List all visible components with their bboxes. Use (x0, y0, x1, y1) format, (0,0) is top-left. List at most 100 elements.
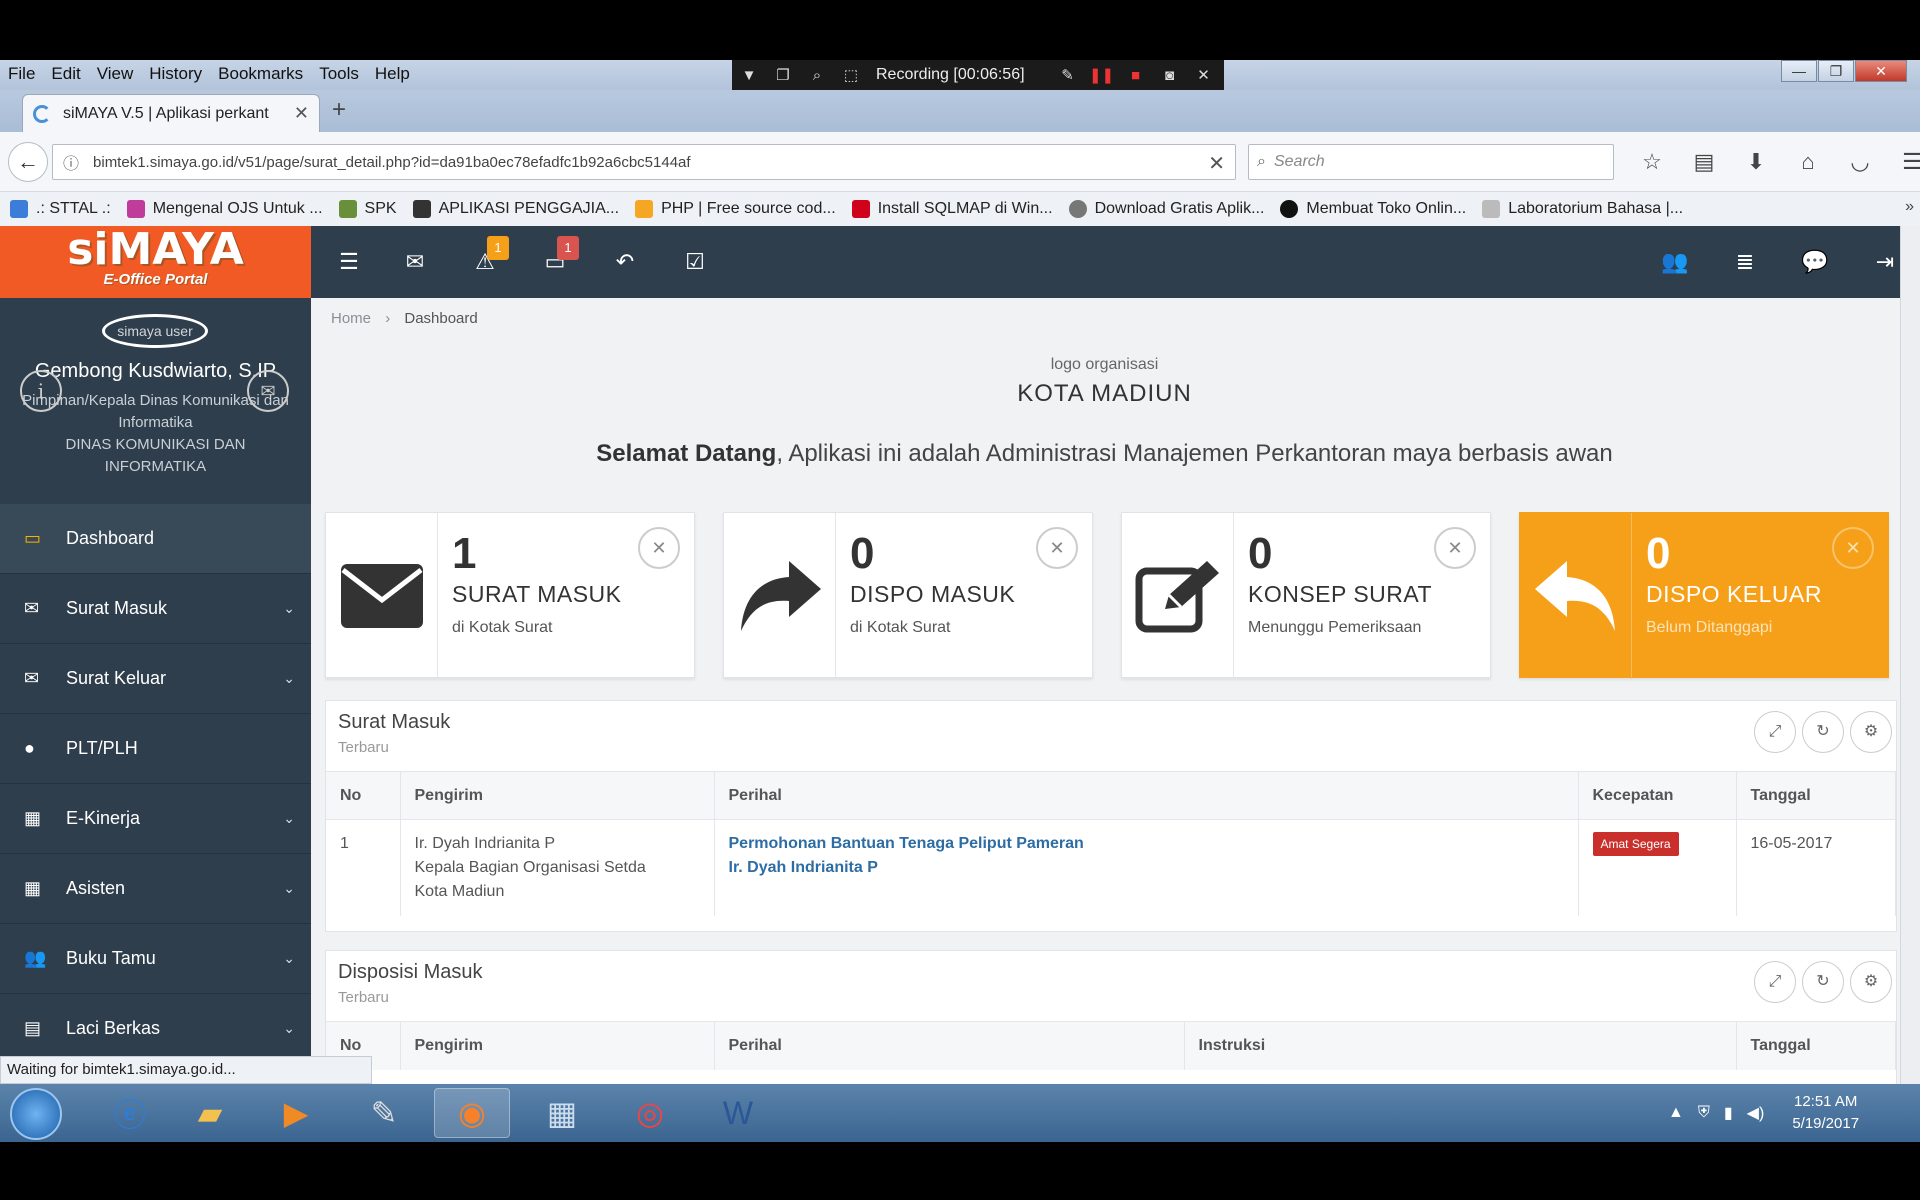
close-window-button[interactable]: ✕ (1855, 60, 1907, 82)
menu-file[interactable]: File (0, 60, 43, 84)
network-icon[interactable]: ▮ (1724, 1103, 1733, 1123)
stat-card-dispo-masuk[interactable]: 0 DISPO MASUK di Kotak Surat ✕ (723, 512, 1093, 679)
subject-by-link[interactable]: Ir. Dyah Indrianita P (729, 859, 878, 876)
bookmark-item[interactable]: Laboratorium Bahasa |... (1482, 200, 1683, 218)
zoom-icon[interactable]: ⌕ (800, 67, 834, 84)
sidebar-item-asisten[interactable]: ▦ Asisten ⌄ (0, 854, 311, 924)
menu-help[interactable]: Help (367, 60, 418, 84)
reply-icon[interactable]: ↶ (607, 246, 643, 278)
menu-history[interactable]: History (141, 60, 210, 84)
bookmark-item[interactable]: PHP | Free source cod... (635, 200, 836, 218)
expand-icon[interactable]: ⤢ (1754, 961, 1796, 1003)
menu-toggle-icon[interactable]: ☰ (331, 246, 367, 278)
bookmark-item[interactable]: Membuat Toko Onlin... (1280, 200, 1466, 218)
site-info-icon[interactable]: ⓘ (63, 150, 79, 174)
control-panel-icon[interactable]: ▦ (524, 1088, 600, 1138)
expand-icon[interactable]: ⤢ (1754, 711, 1796, 753)
avatar[interactable]: simaya user (102, 314, 208, 348)
download-icon[interactable]: ⬇ (1730, 146, 1782, 178)
window-icon[interactable]: ❐ (766, 66, 800, 84)
back-button[interactable]: ← (8, 142, 48, 182)
pause-icon[interactable]: ❚❚ (1085, 66, 1119, 84)
speed-badge: Amat Segera (1592, 832, 1679, 856)
clock[interactable]: 12:51 AM 5/19/2017 (1792, 1091, 1859, 1135)
stat-card-surat-masuk[interactable]: 1 SURAT MASUK di Kotak Surat ✕ (325, 512, 695, 679)
card-close-icon[interactable]: ✕ (1832, 527, 1874, 569)
stop-icon[interactable]: ■ (1119, 67, 1153, 84)
menu-edit[interactable]: Edit (43, 60, 88, 84)
bookmark-item[interactable]: Download Gratis Aplik... (1068, 200, 1264, 218)
region-icon[interactable]: ⬚ (834, 66, 868, 84)
chrome-icon[interactable]: ◎ (612, 1088, 688, 1138)
settings-icon[interactable]: ⚙ (1850, 711, 1892, 753)
menu-bookmarks[interactable]: Bookmarks (210, 60, 311, 84)
refresh-icon[interactable]: ↻ (1802, 711, 1844, 753)
home-icon[interactable]: ⌂ (1782, 146, 1834, 178)
card-close-icon[interactable]: ✕ (1434, 527, 1476, 569)
bookmark-star-icon[interactable]: ☆ (1626, 146, 1678, 178)
stat-card-konsep-surat[interactable]: 0 KONSEP SURAT Menunggu Pemeriksaan ✕ (1121, 512, 1491, 679)
sidebar-item-buku-tamu[interactable]: 👥 Buku Tamu ⌄ (0, 924, 311, 994)
card-close-icon[interactable]: ✕ (638, 527, 680, 569)
bookmark-favicon-icon (412, 200, 431, 218)
close-icon[interactable]: ✕ (1187, 66, 1221, 84)
maximize-button[interactable]: ❐ (1818, 60, 1854, 82)
bookmarks-overflow-icon[interactable]: » (1905, 198, 1914, 216)
settings-icon[interactable]: ⚙ (1850, 961, 1892, 1003)
word-icon[interactable]: W (700, 1088, 776, 1138)
bookmark-item[interactable]: Install SQLMAP di Win... (851, 200, 1053, 218)
checkbox-icon[interactable]: ☑ (677, 246, 713, 278)
page-scrollbar[interactable] (1900, 226, 1920, 1084)
dropdown-icon[interactable]: ▼ (732, 67, 766, 84)
reading-list-icon[interactable]: ▤ (1678, 146, 1730, 178)
volume-icon[interactable]: ◀) (1747, 1103, 1765, 1123)
pen-icon[interactable]: ✎ (1051, 66, 1085, 84)
server-icon[interactable]: ≣ (1727, 246, 1763, 278)
media-player-icon[interactable]: ▶ (258, 1088, 334, 1138)
sidebar-item-surat-keluar[interactable]: ✉ Surat Keluar ⌄ (0, 644, 311, 714)
users-icon[interactable]: 👥 (1657, 246, 1693, 278)
browser-tab[interactable]: siMAYA V.5 | Aplikasi perkant ✕ (22, 94, 320, 132)
bookmark-item[interactable]: APLIKASI PENGGAJIA... (412, 200, 619, 218)
search-input[interactable]: ⌕ Search (1248, 144, 1614, 180)
tools-icon[interactable]: ✎ (346, 1088, 422, 1138)
tab-close-icon[interactable]: ✕ (294, 103, 309, 124)
tray-expand-icon[interactable]: ▲ (1668, 1104, 1684, 1122)
app-logo[interactable]: siMAYA E-Office Portal (0, 226, 311, 298)
sidebar-item-dashboard[interactable]: ▭ Dashboard (0, 504, 311, 574)
sidebar-item-e-kinerja[interactable]: ▦ E-Kinerja ⌄ (0, 784, 311, 854)
logout-icon[interactable]: ⇥ (1867, 246, 1903, 278)
bookmark-item[interactable]: .: STTAL .: (10, 200, 111, 218)
info-icon[interactable]: i (20, 370, 62, 412)
ie-icon[interactable]: ⓔ (92, 1088, 168, 1138)
breadcrumb-home[interactable]: Home (331, 310, 371, 327)
stop-loading-icon[interactable]: ✕ (1208, 151, 1225, 176)
refresh-icon[interactable]: ↻ (1802, 961, 1844, 1003)
profile-mail-icon[interactable]: ✉ (247, 370, 289, 412)
table-row[interactable]: 1 Ir. Dyah Indrianita P Kepala Bagian Or… (326, 819, 1896, 916)
url-bar[interactable]: ⓘ bimtek1.simaya.go.id/v51/page/surat_de… (52, 144, 1236, 180)
explorer-icon[interactable]: ▰ (172, 1088, 248, 1138)
start-button[interactable] (10, 1088, 62, 1140)
bookmark-item[interactable]: SPK (338, 200, 397, 218)
inbox-icon[interactable]: ▭ 1 (537, 236, 579, 278)
card-close-icon[interactable]: ✕ (1036, 527, 1078, 569)
sidebar-item-surat-masuk[interactable]: ✉ Surat Masuk ⌄ (0, 574, 311, 644)
pocket-icon[interactable]: ◡ (1834, 146, 1886, 178)
chat-icon[interactable]: 💬 (1797, 246, 1833, 278)
new-tab-button[interactable]: + (332, 96, 346, 124)
firefox-icon[interactable]: ◉ (434, 1088, 510, 1138)
warning-icon[interactable]: ⚠ 1 (467, 236, 509, 278)
minimize-button[interactable]: — (1781, 60, 1817, 82)
sidebar-item-plt-plh[interactable]: ● PLT/PLH (0, 714, 311, 784)
menu-tools[interactable]: Tools (311, 60, 367, 84)
stat-card-dispo-keluar[interactable]: 0 DISPO KELUAR Belum Ditanggapi ✕ (1519, 512, 1889, 679)
mail-icon[interactable]: ✉ (397, 246, 433, 278)
hamburger-menu-icon[interactable]: ☰ (1886, 146, 1920, 178)
security-icon[interactable]: ⛨ (1698, 1104, 1710, 1122)
sidebar-item-laci-berkas[interactable]: ▤ Laci Berkas ⌄ (0, 994, 311, 1064)
camera-icon[interactable]: ◙ (1153, 67, 1187, 84)
subject-link[interactable]: Permohonan Bantuan Tenaga Peliput Pamera… (729, 835, 1084, 852)
menu-view[interactable]: View (89, 60, 142, 84)
bookmark-item[interactable]: Mengenal OJS Untuk ... (126, 200, 323, 218)
